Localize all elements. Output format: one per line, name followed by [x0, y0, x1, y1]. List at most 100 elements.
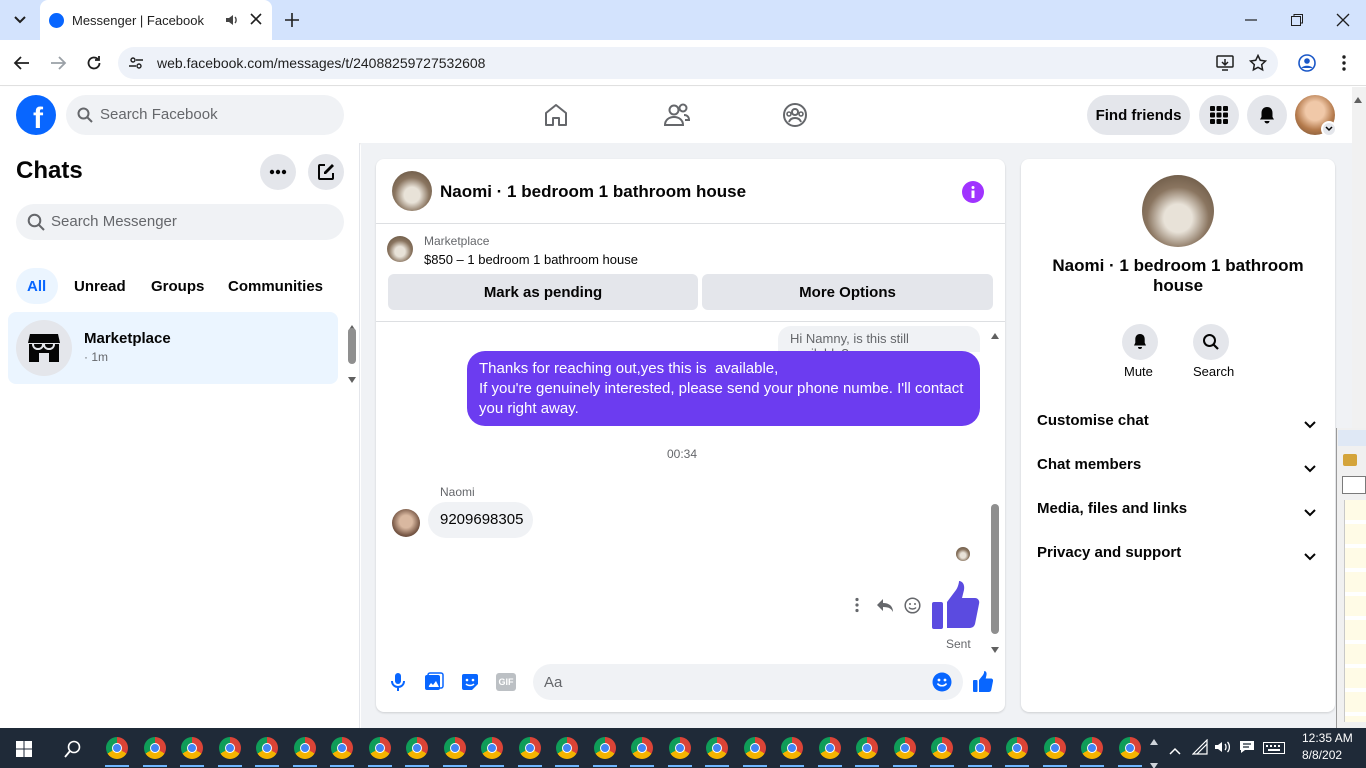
chrome-taskbar-icon[interactable]: [856, 737, 878, 759]
windows-start-icon[interactable]: [16, 741, 32, 762]
chat-scrollbar-thumb[interactable]: [991, 504, 999, 634]
chrome-taskbar-icon[interactable]: [1081, 737, 1103, 759]
reply-icon[interactable]: [876, 597, 894, 618]
window-close-icon[interactable]: [1336, 13, 1350, 32]
menu-grid-button[interactable]: [1199, 95, 1239, 135]
friends-icon[interactable]: [663, 102, 691, 133]
incoming-message[interactable]: 9209698305: [428, 502, 533, 538]
overlapping-file-list[interactable]: [1344, 500, 1366, 722]
back-icon[interactable]: [13, 55, 31, 76]
tab-close-icon[interactable]: [249, 12, 263, 31]
chevron-down-icon[interactable]: [1304, 416, 1316, 434]
mark-as-pending-button[interactable]: Mark as pending: [388, 274, 698, 310]
sidebar-scrollbar-thumb[interactable]: [348, 328, 356, 364]
filter-unread[interactable]: Unread: [74, 278, 126, 295]
forward-icon[interactable]: [49, 55, 67, 76]
speaker-icon[interactable]: [224, 12, 240, 33]
media-files-links-section[interactable]: Media, files and links: [1037, 500, 1187, 517]
chat-members-section[interactable]: Chat members: [1037, 456, 1141, 473]
profile-avatar-large[interactable]: [1142, 175, 1214, 247]
browser-menu-icon[interactable]: [1341, 54, 1347, 77]
scroll-down-arrow[interactable]: [991, 640, 999, 658]
tab-search-dropdown-icon[interactable]: [8, 9, 32, 31]
taskbar-search-icon[interactable]: [64, 740, 82, 763]
message-input[interactable]: [533, 664, 963, 700]
info-icon[interactable]: [962, 181, 984, 203]
microphone-icon[interactable]: [389, 672, 407, 697]
clipboard-icon[interactable]: [1343, 454, 1357, 466]
notification-message-icon[interactable]: [1239, 740, 1255, 759]
show-hidden-icons-chevron-up-icon[interactable]: [1169, 742, 1181, 760]
scroll-up-arrow[interactable]: [991, 326, 999, 344]
chrome-taskbar-icon[interactable]: [818, 737, 841, 759]
outgoing-message[interactable]: Thanks for reaching out,yes this is avai…: [467, 351, 980, 426]
facebook-logo-icon[interactable]: f: [16, 95, 56, 135]
groups-icon[interactable]: [782, 102, 808, 133]
listing-thumbnail[interactable]: [387, 236, 413, 262]
site-info-icon[interactable]: [128, 55, 144, 76]
profile-icon[interactable]: [1298, 54, 1316, 77]
keyboard-icon[interactable]: [1263, 741, 1285, 759]
filter-groups[interactable]: Groups: [151, 278, 204, 295]
install-app-icon[interactable]: [1216, 54, 1234, 77]
chrome-taskbar-icon[interactable]: [481, 737, 503, 759]
chrome-taskbar-icon[interactable]: [743, 737, 766, 759]
chrome-taskbar-icon[interactable]: [331, 737, 353, 759]
gif-icon[interactable]: GIF: [496, 673, 516, 691]
scroll-down-arrow[interactable]: [348, 370, 356, 388]
chrome-taskbar-icon[interactable]: [1118, 737, 1141, 759]
minimize-icon[interactable]: [1244, 13, 1258, 32]
scroll-up-arrow[interactable]: [1354, 90, 1362, 108]
reload-icon[interactable]: [85, 54, 103, 77]
conversation-title[interactable]: Naomi · 1 bedroom 1 bathroom house: [440, 182, 746, 202]
find-friends-button[interactable]: Find friends: [1087, 95, 1190, 135]
chevron-down-icon[interactable]: [1304, 504, 1316, 522]
chrome-taskbar-icon[interactable]: [593, 737, 616, 759]
more-options-button[interactable]: More Options: [702, 274, 993, 310]
chats-options-button[interactable]: [260, 154, 296, 190]
chevron-down-icon[interactable]: [1321, 121, 1337, 137]
bookmark-star-icon[interactable]: [1248, 53, 1268, 77]
thumbs-up-sticker-icon[interactable]: [930, 580, 982, 635]
volume-icon[interactable]: [1214, 739, 1232, 760]
chevron-down-icon[interactable]: [1304, 548, 1316, 566]
chrome-taskbar-icon[interactable]: [1006, 737, 1028, 759]
chrome-taskbar-icon[interactable]: [631, 737, 653, 759]
chrome-taskbar-icon[interactable]: [293, 737, 316, 759]
chrome-taskbar-icon[interactable]: [368, 737, 391, 759]
photo-icon[interactable]: [424, 672, 444, 697]
sender-avatar[interactable]: [392, 509, 420, 537]
chrome-taskbar-icon[interactable]: [256, 737, 278, 759]
wifi-icon[interactable]: [1191, 738, 1208, 760]
chrome-taskbar-icon[interactable]: [181, 737, 203, 759]
chrome-taskbar-icon[interactable]: [218, 737, 241, 759]
sticker-icon[interactable]: [460, 672, 480, 697]
taskbar-time[interactable]: 12:35 AM: [1302, 731, 1353, 745]
react-emoji-icon[interactable]: [904, 597, 921, 619]
privacy-support-section[interactable]: Privacy and support: [1037, 544, 1181, 561]
taskbar-scroll-up[interactable]: [1150, 732, 1158, 750]
conversation-avatar[interactable]: [392, 171, 432, 211]
new-message-button[interactable]: [308, 154, 344, 190]
filter-all[interactable]: All: [27, 278, 46, 295]
mute-button[interactable]: [1122, 324, 1158, 360]
chrome-taskbar-icon[interactable]: [443, 737, 466, 759]
search-conversation-button[interactable]: [1193, 324, 1229, 360]
listing-title[interactable]: $850 – 1 bedroom 1 bathroom house: [424, 252, 638, 267]
like-send-icon[interactable]: [972, 671, 994, 698]
chrome-taskbar-icon[interactable]: [406, 737, 428, 759]
quoted-message[interactable]: Hi Namny, is this still available?: [778, 326, 980, 361]
chrome-taskbar-icon[interactable]: [781, 737, 803, 759]
chrome-taskbar-icon[interactable]: [1043, 737, 1066, 759]
filter-communities[interactable]: Communities: [228, 278, 323, 295]
chrome-taskbar-icon[interactable]: [931, 737, 953, 759]
home-icon[interactable]: [543, 102, 569, 133]
chrome-taskbar-icon[interactable]: [143, 737, 166, 759]
chevron-down-icon[interactable]: [1304, 460, 1316, 478]
notifications-button[interactable]: [1247, 95, 1287, 135]
chrome-taskbar-icon[interactable]: [518, 737, 541, 759]
chrome-taskbar-icon[interactable]: [556, 737, 578, 759]
taskbar-scroll-down[interactable]: [1150, 756, 1158, 768]
chrome-taskbar-icon[interactable]: [706, 737, 728, 759]
customise-chat-section[interactable]: Customise chat: [1037, 412, 1149, 429]
